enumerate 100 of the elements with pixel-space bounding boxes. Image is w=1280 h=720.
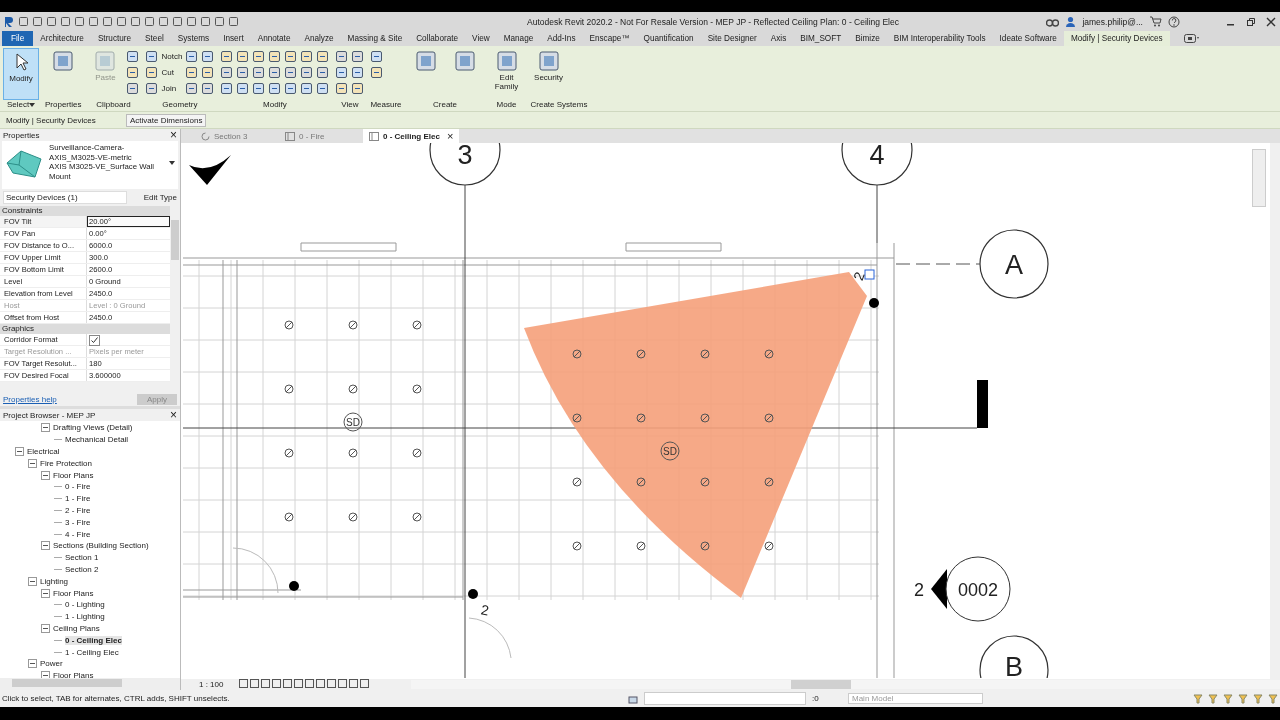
tool-button[interactable] [335,48,349,64]
collapse-icon[interactable] [28,659,37,669]
selection-filter-icon[interactable] [1193,693,1203,704]
panel-label[interactable]: Measure [370,100,402,111]
ribbon-tab[interactable]: Site Designer [700,31,764,46]
toolbar-icon[interactable] [158,16,169,27]
close-button[interactable]: × [170,410,177,420]
tool-button[interactable] [351,48,365,64]
collapse-icon[interactable] [41,623,50,633]
tree-item[interactable]: Floor Plans [53,588,94,598]
tool-button[interactable] [335,80,349,96]
tool-button[interactable] [236,64,250,80]
view-control-icon[interactable] [250,679,260,690]
selection-filter-icon[interactable] [1253,693,1263,704]
selection-filter-icon[interactable] [1223,693,1233,704]
panel-label[interactable]: Create [407,100,483,111]
help-icon[interactable] [1168,15,1180,28]
ribbon-tab[interactable]: Analyze [297,31,341,46]
collapse-icon[interactable] [41,423,50,433]
selection-filter-icon[interactable] [1208,693,1218,704]
ribbon-tab[interactable]: Insert [216,31,251,46]
caret-icon[interactable] [169,161,175,165]
activate-dimensions-button[interactable]: Activate Dimensions [126,113,207,127]
tool-button[interactable] [236,80,250,96]
tree-item[interactable]: Lighting [40,576,69,586]
tool-button[interactable] [201,64,215,80]
tool-button[interactable] [220,48,234,64]
collapse-icon[interactable] [41,671,50,678]
panel-label[interactable]: Create Systems [530,100,588,111]
ribbon-tab[interactable]: Quantification [636,31,701,46]
tool-button[interactable] [220,80,234,96]
toolbar-icon[interactable] [88,16,99,27]
tool-button[interactable] [185,48,199,64]
toolbar-icon[interactable] [200,16,211,27]
tool-button[interactable]: Join [145,80,183,96]
restore-icon[interactable] [1246,16,1256,27]
collapse-icon[interactable] [41,588,50,598]
tool-button[interactable] [335,64,349,80]
tree-item[interactable]: Mechanical Detail [65,435,129,445]
tool-button[interactable] [351,80,365,96]
group-header[interactable]: Graphics [0,324,170,334]
collapse-icon[interactable] [28,576,37,586]
toolbar-icon[interactable] [130,16,141,27]
tool-button[interactable] [126,80,140,96]
tool-button[interactable] [316,48,330,64]
close-button[interactable]: × [170,130,177,140]
collapse-icon[interactable] [28,458,37,468]
tree-item[interactable]: Drafting Views (Detail) [53,423,133,433]
tree-item[interactable]: 1 - Lighting [65,612,105,622]
tool-button[interactable] [126,48,140,64]
group-header[interactable]: Constraints [0,206,170,216]
tool-button[interactable] [185,64,199,80]
tool-button[interactable] [236,48,250,64]
ribbon-tab[interactable]: Add-Ins [540,31,583,46]
tool-button[interactable]: Notch [145,48,183,64]
ribbon-tab[interactable]: Modify | Security Devices [1063,31,1170,46]
view-tab[interactable]: 0 - Fire [279,129,359,143]
tool-button[interactable] [268,64,282,80]
ribbon-tab[interactable]: Massing & Site [340,31,410,46]
tool-button[interactable] [252,80,266,96]
panel-label[interactable]: Geometry [145,100,215,111]
tool-button[interactable] [220,64,234,80]
view-control-icon[interactable] [305,679,315,690]
collapse-icon[interactable] [41,541,50,551]
toolbar-icon[interactable] [74,16,85,27]
tool-button[interactable] [300,64,314,80]
ribbon-button[interactable]: Security [530,48,567,100]
toolbar-icon[interactable] [32,16,43,27]
cart-icon[interactable] [1149,16,1162,27]
view-control-icon[interactable] [239,679,249,690]
properties-help-link[interactable]: Properties help [3,394,57,404]
tool-button[interactable] [316,64,330,80]
tool-button[interactable] [126,64,140,80]
tree-item[interactable]: Power [40,659,63,669]
ribbon-tab[interactable]: Axis [763,31,794,46]
view-control-icon[interactable] [316,679,326,690]
toolbar-icon[interactable] [186,16,197,27]
binoculars-icon[interactable] [1046,16,1060,27]
tree-item[interactable]: 4 - Fire [65,529,91,539]
ribbon-tab[interactable]: Manage [496,31,541,46]
view-control-icon[interactable] [261,679,271,690]
view-control-icon[interactable] [338,679,348,690]
tree-item[interactable]: 0 - Ceiling Elec [65,635,122,645]
tool-button[interactable] [252,64,266,80]
tree-item[interactable]: Fire Protection [40,458,93,468]
ribbon-tab[interactable]: Collaborate [409,31,466,46]
app-logo-icon[interactable] [4,15,15,28]
ribbon-tab[interactable]: Structure [90,31,139,46]
ribbon-tab[interactable]: Systems [170,31,217,46]
category-dropdown[interactable]: Security Devices (1) [3,191,127,204]
tool-button[interactable] [201,48,215,64]
ribbon-tab[interactable]: Enscape™ [582,31,637,46]
view-control-icon[interactable] [349,679,359,690]
tool-button[interactable] [316,80,330,96]
view-control-icon[interactable] [283,679,293,690]
panel-label[interactable]: Select [3,100,39,111]
tool-button[interactable] [300,80,314,96]
tool-button[interactable] [351,64,365,80]
close-icon[interactable] [1266,16,1276,27]
tree-item[interactable]: Section 1 [65,553,99,563]
